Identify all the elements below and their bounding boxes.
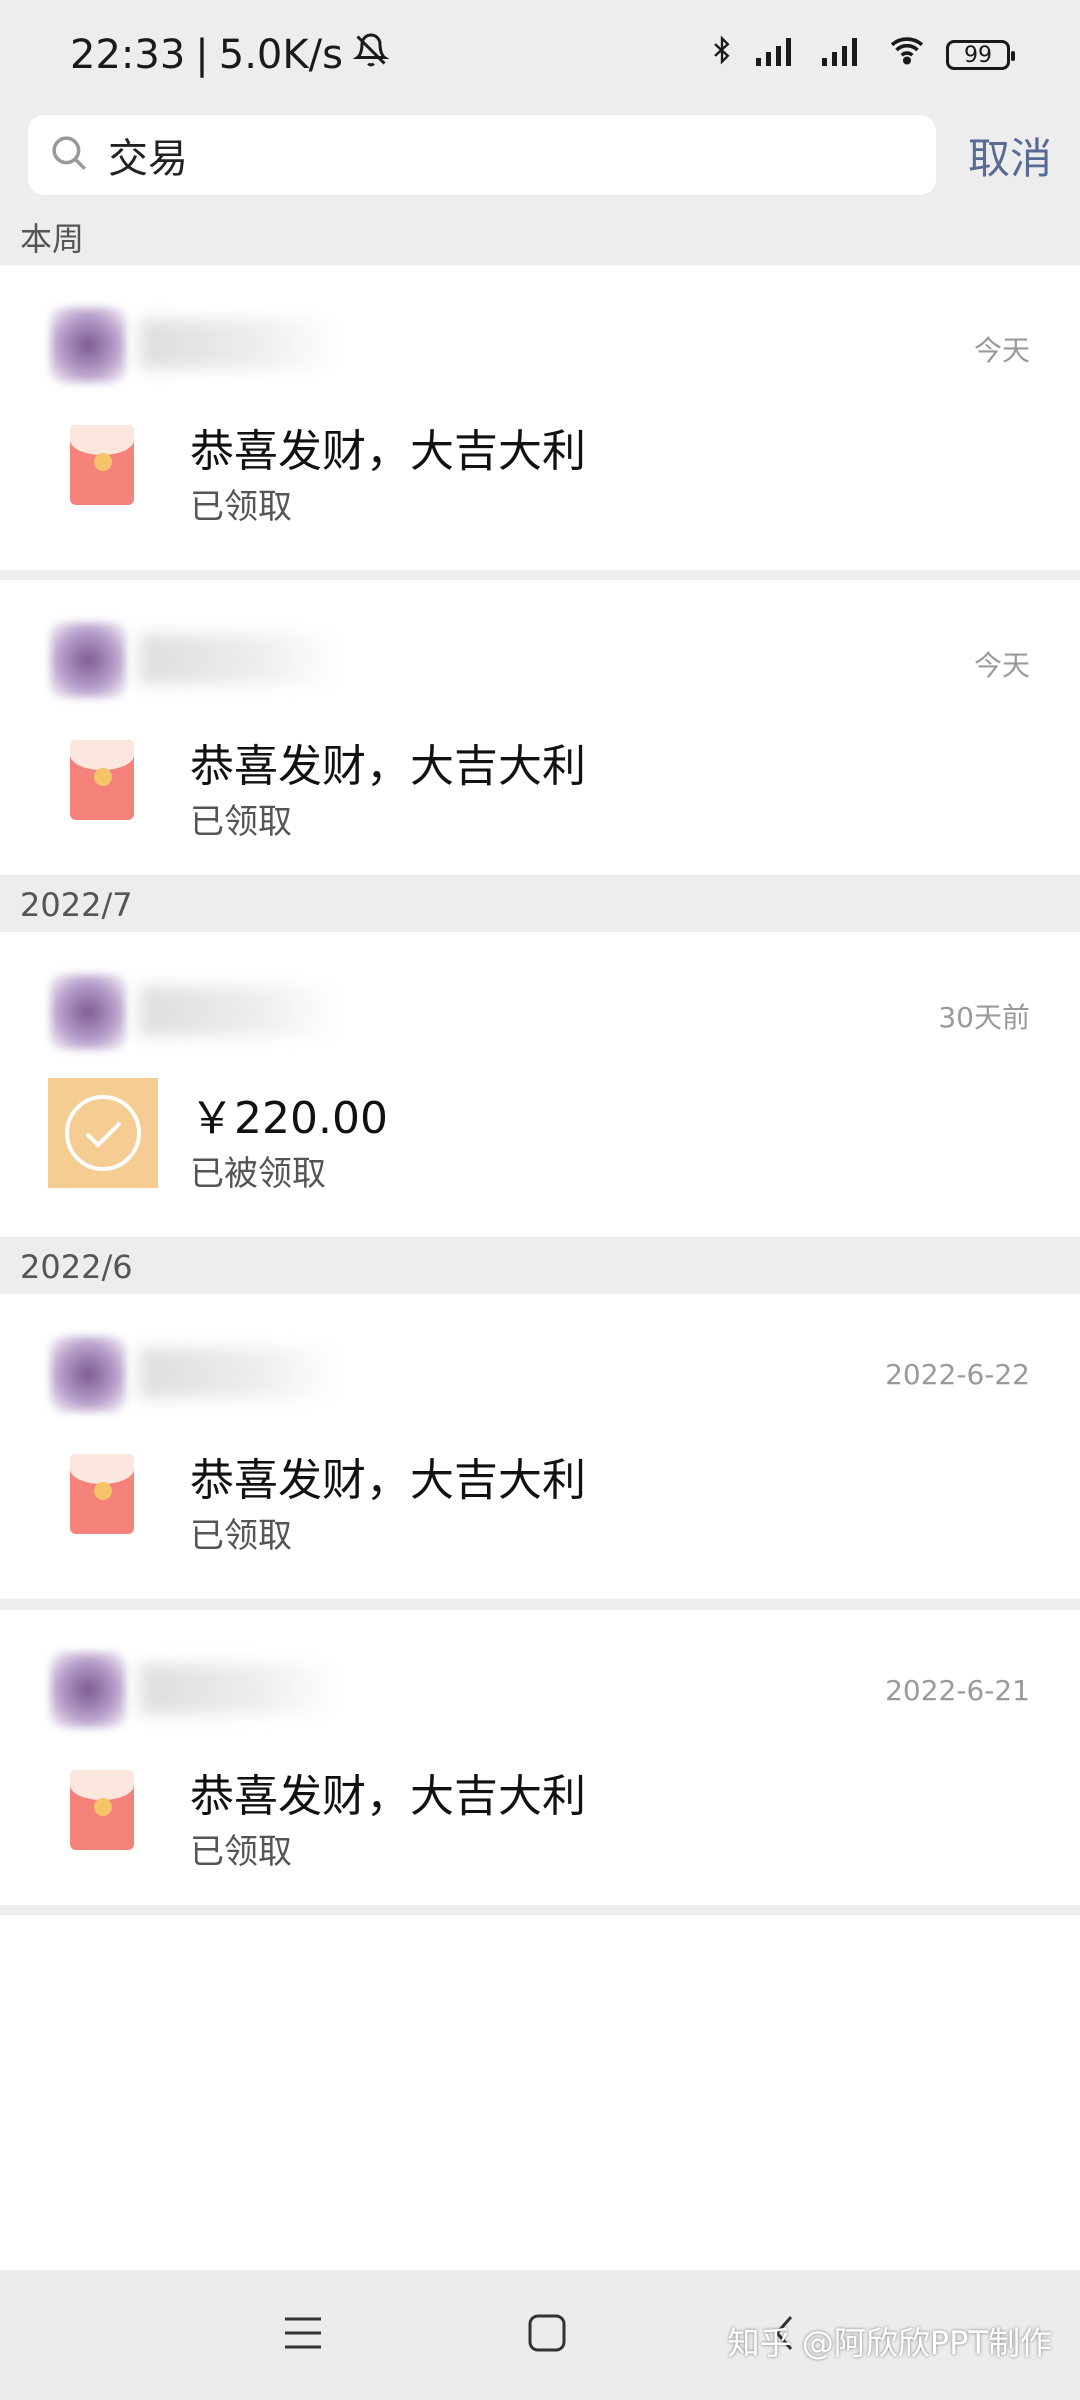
status-separator: | bbox=[195, 32, 209, 78]
item-title: 恭喜发财，大吉大利 bbox=[190, 741, 586, 792]
contact-name-blurred bbox=[140, 319, 340, 369]
status-right: 99 bbox=[708, 31, 1015, 79]
list-item[interactable]: 30天前 ￥220.00 已被领取 bbox=[0, 932, 1080, 1237]
item-time: 30天前 bbox=[938, 1001, 1030, 1034]
item-status: 已领取 bbox=[190, 1516, 292, 1556]
search-bar: 取消 bbox=[0, 110, 1080, 200]
section-header-this-week: 本周 bbox=[20, 220, 85, 258]
bell-off-icon bbox=[352, 32, 390, 78]
search-icon bbox=[48, 132, 90, 178]
battery-icon: 99 bbox=[946, 40, 1015, 70]
list-item[interactable]: 2022-6-22 恭喜发财，大吉大利 已领取 bbox=[0, 1294, 1080, 1599]
item-time: 今天 bbox=[973, 649, 1030, 682]
contact-name-blurred bbox=[140, 1348, 340, 1398]
status-time: 22:33 bbox=[70, 32, 186, 78]
item-status: 已领取 bbox=[190, 802, 292, 842]
avatar bbox=[50, 307, 126, 383]
item-status: 已领取 bbox=[190, 1832, 292, 1872]
item-title: 恭喜发财，大吉大利 bbox=[190, 426, 586, 477]
red-packet-icon bbox=[70, 1454, 134, 1534]
avatar bbox=[50, 974, 126, 1050]
list-item[interactable]: 2022-6-21 恭喜发财，大吉大利 已领取 bbox=[0, 1610, 1080, 1905]
status-left: 22:33 | 5.0K/s bbox=[70, 32, 390, 78]
item-time: 2022-6-21 bbox=[885, 1674, 1030, 1707]
red-packet-icon bbox=[70, 1770, 134, 1850]
red-packet-icon bbox=[70, 740, 134, 820]
signal-hd-icon bbox=[752, 32, 802, 78]
avatar bbox=[50, 1652, 126, 1728]
section-header-july: 2022/7 bbox=[20, 886, 133, 924]
list-item[interactable]: 今天 恭喜发财，大吉大利 已领取 bbox=[0, 265, 1080, 570]
cancel-button[interactable]: 取消 bbox=[968, 125, 1052, 186]
transfer-icon bbox=[48, 1078, 158, 1188]
item-title: 恭喜发财，大吉大利 bbox=[190, 1771, 586, 1822]
avatar bbox=[50, 622, 126, 698]
item-title: 恭喜发财，大吉大利 bbox=[190, 1455, 586, 1506]
contact-name-blurred bbox=[140, 1664, 340, 1714]
item-time: 2022-6-22 bbox=[885, 1358, 1030, 1391]
avatar bbox=[50, 1336, 126, 1412]
network-speed: 5.0K/s bbox=[218, 32, 343, 78]
item-amount: ￥220.00 bbox=[190, 1093, 388, 1144]
wifi-icon bbox=[884, 32, 930, 78]
status-bar: 22:33 | 5.0K/s 99 bbox=[0, 0, 1080, 110]
search-box[interactable] bbox=[28, 115, 936, 195]
home-icon[interactable] bbox=[525, 2311, 569, 2359]
item-status: 已领取 bbox=[190, 487, 292, 527]
item-status: 已被领取 bbox=[190, 1154, 326, 1194]
watermark: 知乎 @阿欣欣PPT制作 bbox=[727, 2324, 1052, 2362]
item-time: 今天 bbox=[973, 334, 1030, 367]
contact-name-blurred bbox=[140, 986, 340, 1036]
menu-icon[interactable] bbox=[281, 2313, 325, 2357]
search-input[interactable] bbox=[108, 132, 916, 178]
section-header-june: 2022/6 bbox=[20, 1248, 133, 1286]
empty-area bbox=[0, 1915, 1080, 2270]
red-packet-icon bbox=[70, 425, 134, 505]
bluetooth-icon bbox=[708, 31, 736, 79]
contact-name-blurred bbox=[140, 634, 340, 684]
signal-hd-icon bbox=[818, 32, 868, 78]
list-item[interactable]: 今天 恭喜发财，大吉大利 已领取 bbox=[0, 580, 1080, 875]
